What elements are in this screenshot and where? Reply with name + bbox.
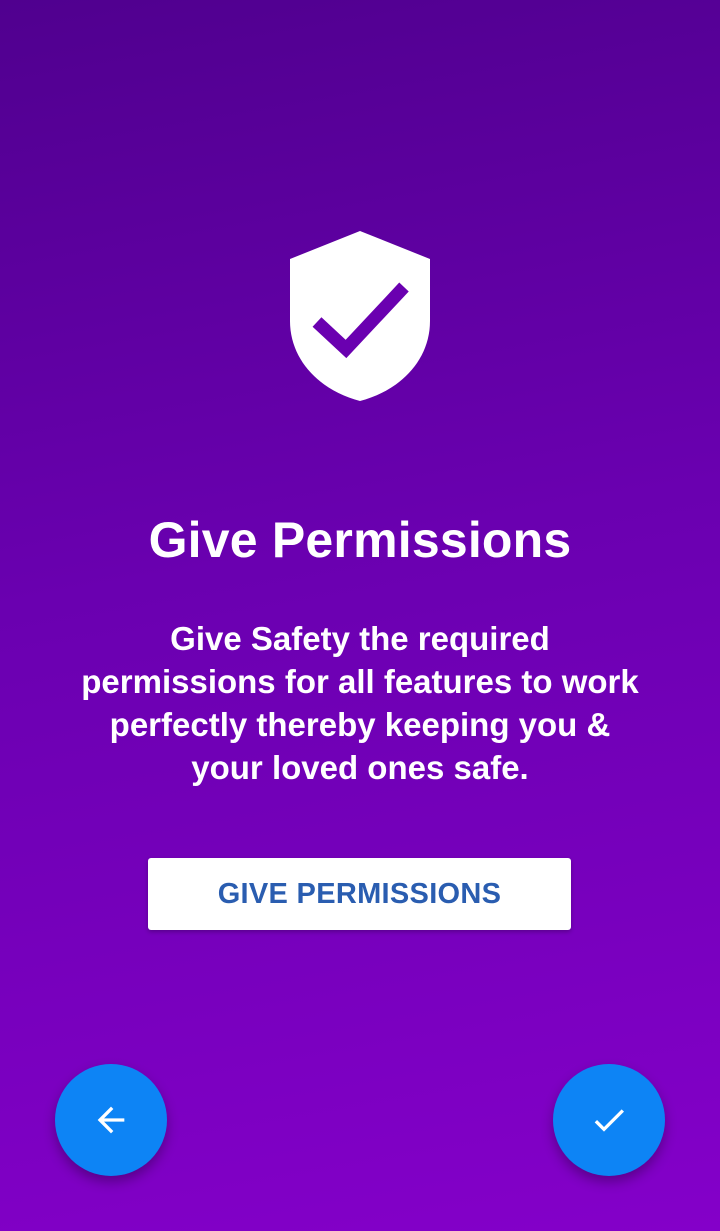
back-button[interactable] (55, 1064, 167, 1176)
permissions-screen: Give Permissions Give Safety the require… (0, 0, 720, 1231)
shield-check-icon (289, 229, 431, 403)
permissions-description: Give Safety the required permissions for… (81, 620, 639, 786)
check-icon (594, 1109, 624, 1132)
arrow-left-icon (97, 1106, 125, 1134)
page-title: Give Permissions (148, 512, 572, 568)
give-permissions-button[interactable]: GIVE PERMISSIONS (148, 858, 571, 930)
done-button[interactable] (553, 1064, 665, 1176)
